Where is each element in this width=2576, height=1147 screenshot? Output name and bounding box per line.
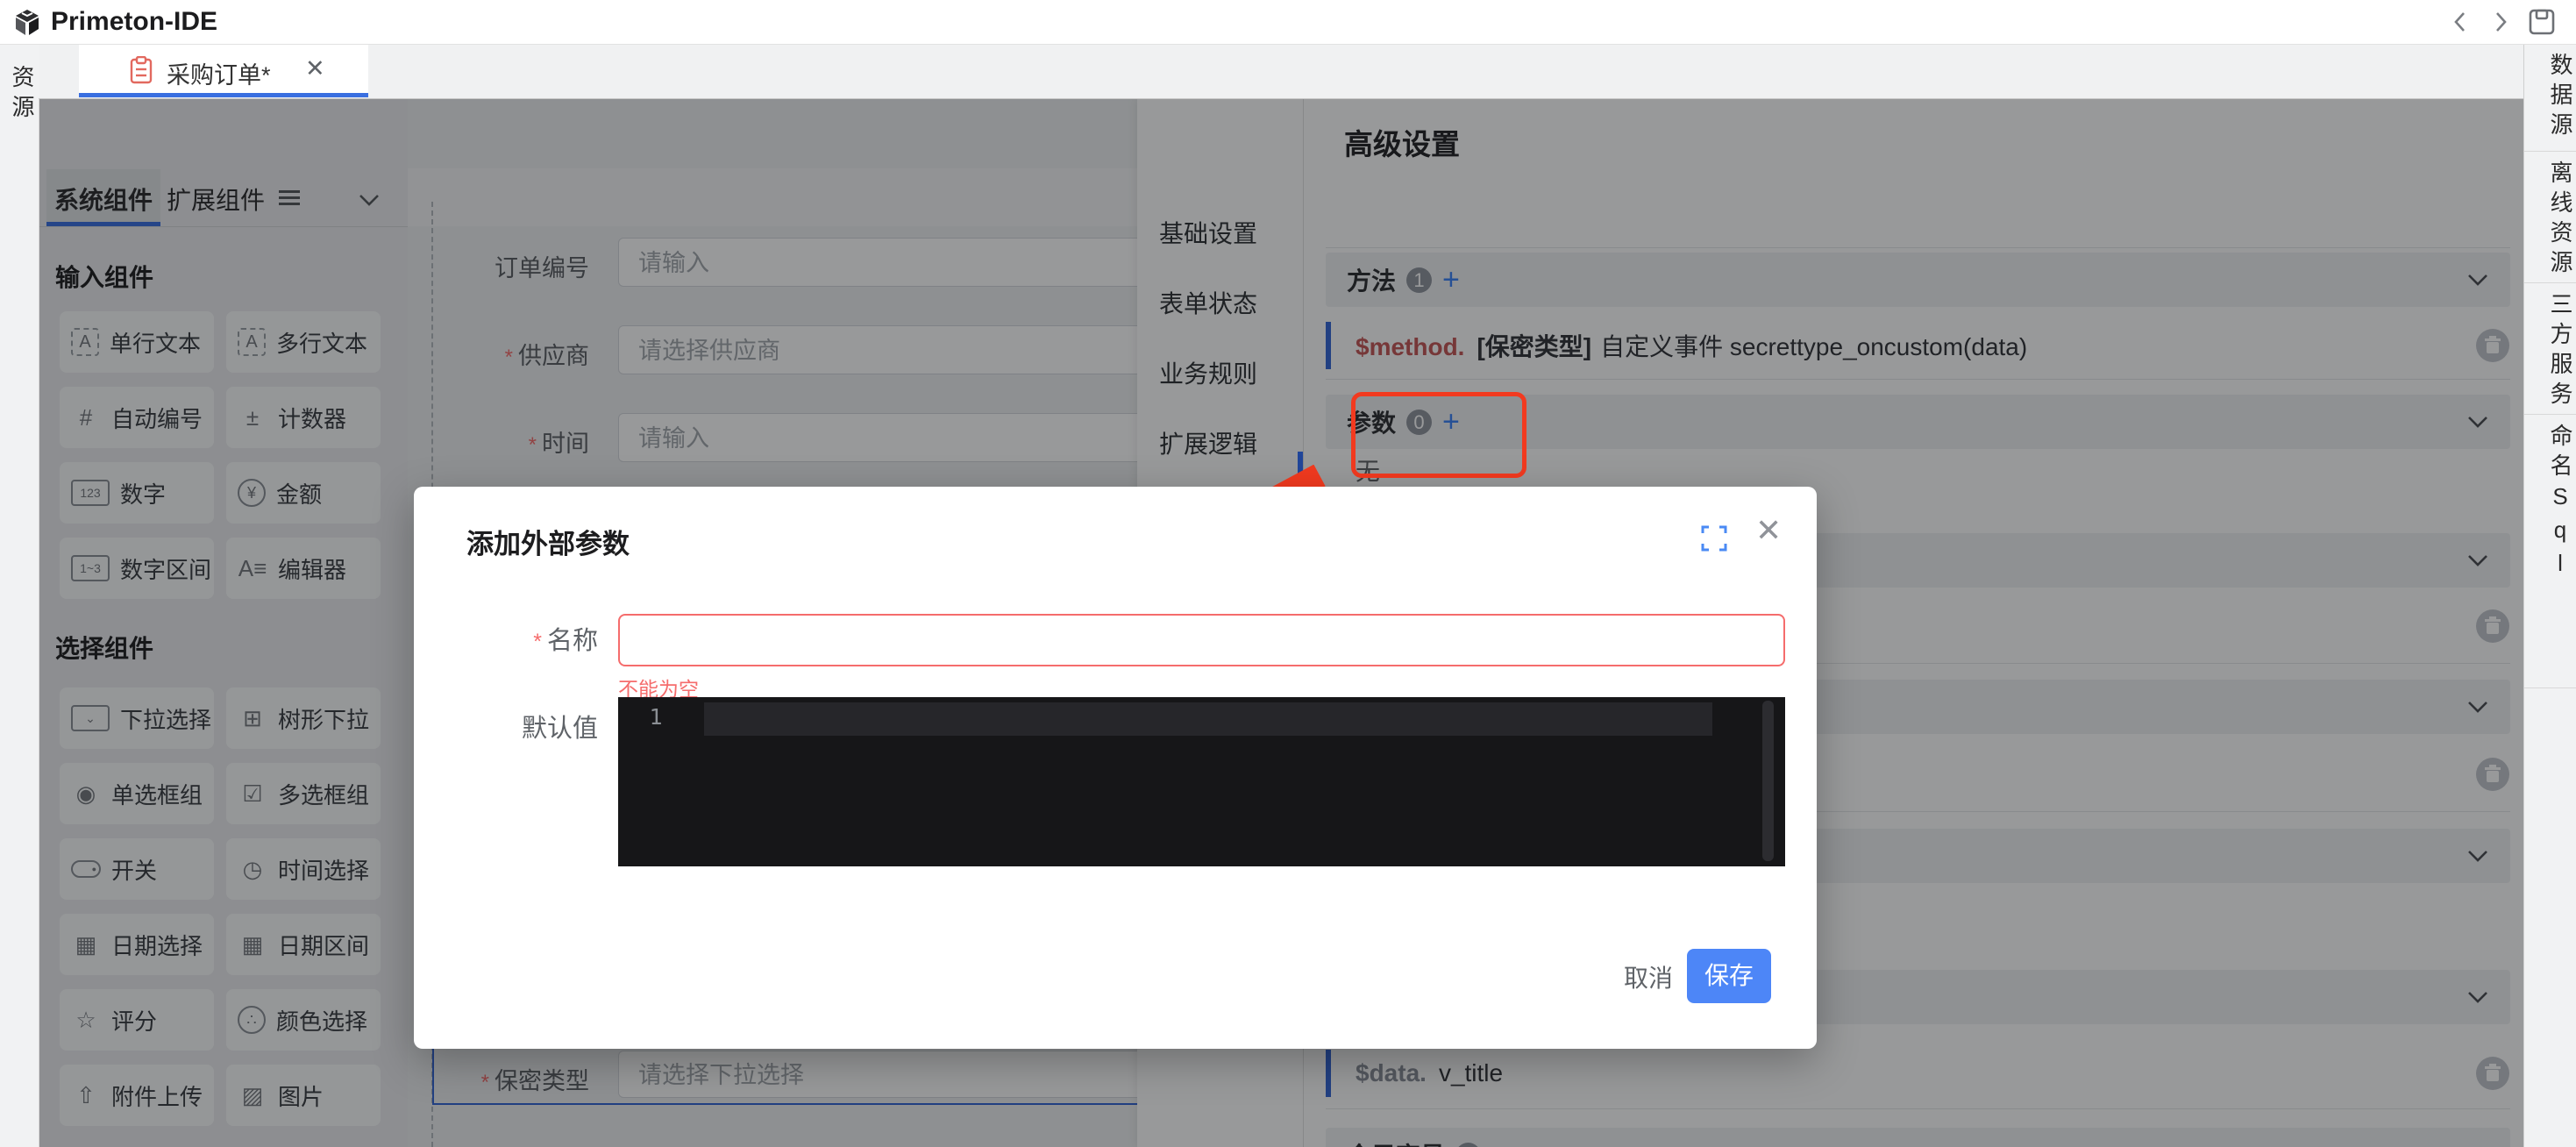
nav-forward-icon[interactable] [2489, 11, 2512, 33]
right-rail-item-0[interactable]: 数据源 [2524, 44, 2576, 152]
top-bar: Primeton-IDE [0, 0, 2576, 45]
right-resource-rail: 数据源离线资源三方服务命名Sql [2523, 44, 2576, 1147]
fullscreen-icon[interactable] [1701, 525, 1727, 552]
save-button[interactable]: 保存 [1687, 949, 1771, 1003]
ide-window: Primeton-IDE 资源 采购订单* ✕ [0, 0, 2576, 1147]
tab-bar: 采购订单* ✕ [39, 44, 2523, 99]
resources-rail[interactable]: 资源 [0, 44, 39, 1147]
annotation-highlight-box [1351, 392, 1526, 478]
default-value-label: 默认值 [489, 708, 598, 744]
editor-scrollbar[interactable] [1762, 701, 1774, 861]
app-title: Primeton-IDE [51, 0, 217, 44]
editor-line-number: 1 [618, 704, 694, 730]
form-file-icon [130, 56, 153, 84]
right-rail-item-label: 离线资源 [2524, 160, 2576, 280]
nav-back-icon[interactable] [2449, 11, 2472, 33]
dialog-title: 添加外部参数 [466, 522, 630, 561]
tab-purchase-order[interactable]: 采购订单* ✕ [79, 44, 368, 97]
right-rail-item-label: 命名Sql [2524, 424, 2576, 583]
right-rail-item-2[interactable]: 三方服务 [2524, 283, 2576, 415]
tab-close-icon[interactable]: ✕ [305, 55, 325, 82]
right-rail-item-label: 三方服务 [2524, 292, 2576, 411]
name-field-label: *名称 [489, 620, 598, 657]
tab-active-underline [79, 93, 368, 97]
tab-label: 采购订单* [167, 56, 271, 90]
resources-rail-label: 资源 [0, 65, 39, 125]
right-rail-item-3[interactable]: 命名Sql [2524, 415, 2576, 688]
required-asterisk: * [533, 630, 542, 654]
save-icon[interactable] [2529, 9, 2555, 35]
name-input[interactable] [618, 614, 1785, 666]
default-value-code-editor[interactable]: 1 [618, 697, 1785, 866]
close-icon[interactable]: ✕ [1755, 515, 1782, 546]
add-external-parameter-dialog: 添加外部参数 ✕ *名称 不能为空 默认值 1 取消 保存 [414, 487, 1817, 1049]
cancel-button[interactable]: 取消 [1613, 951, 1683, 1006]
app-logo-icon [12, 8, 42, 38]
editor-current-line [704, 702, 1712, 736]
right-rail-item-1[interactable]: 离线资源 [2524, 152, 2576, 283]
right-rail-item-label: 数据源 [2524, 53, 2576, 142]
